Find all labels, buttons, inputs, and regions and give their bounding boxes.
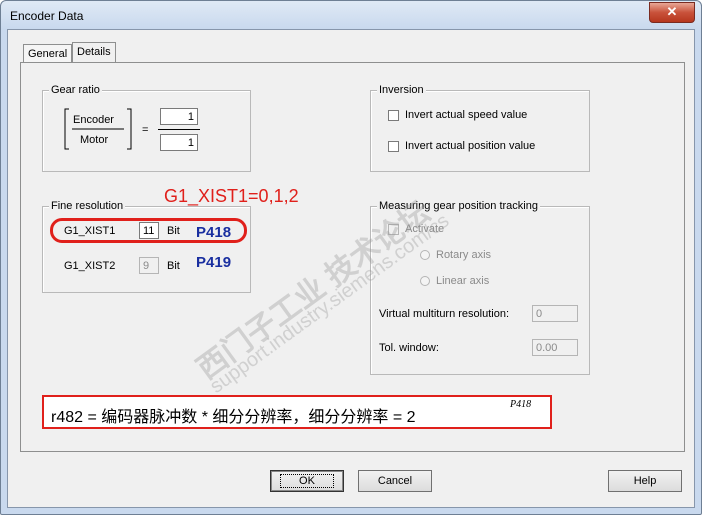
ok-button-label: OK [280,474,334,488]
xist-values-annotation: G1_XIST1=0,1,2 [164,186,299,206]
motor-label: Motor [80,134,109,146]
g1-xist2-label: G1_XIST2 [64,260,116,272]
invert-position-label: Invert actual position value [405,140,536,152]
gear-denominator-input[interactable]: 1 [160,134,198,151]
fraction-line [158,129,200,130]
tab-details[interactable]: Details [72,42,116,63]
p418-annotation: P418 [196,224,232,241]
inversion-legend: Inversion [377,84,426,96]
virtual-multiturn-input[interactable]: 0 [532,305,578,322]
g1-xist2-input[interactable]: 9 [139,257,159,274]
inversion-group [370,90,590,172]
linear-axis-radio[interactable] [420,276,430,286]
linear-axis-label: Linear axis [436,275,490,287]
formula-box: r482 = 编码器脉冲数 * 细分分辨率，细分分辨率 = 2 P418 [42,395,552,429]
invert-speed-label: Invert actual speed value [405,109,528,121]
invert-position-checkbox[interactable] [388,141,399,152]
gear-numerator-input[interactable]: 1 [160,108,198,125]
encoder-label: Encoder [73,114,114,126]
g1-xist2-unit: Bit [167,260,180,272]
fine-resolution-legend: Fine resolution [49,200,126,212]
rotary-axis-label: Rotary axis [436,249,492,261]
tab-general[interactable]: General [23,44,73,62]
gear-ratio-legend: Gear ratio [49,84,102,96]
tol-window-input[interactable]: 0.00 [532,339,578,356]
virtual-multiturn-label: Virtual multiturn resolution: [379,308,510,320]
formula-text: r482 = 编码器脉冲数 * 细分分辨率，细分分辨率 = 2 [51,409,416,426]
help-button[interactable]: Help [608,470,682,492]
formula-exponent: P418 [510,399,532,410]
close-button[interactable]: ✕ [649,2,695,23]
tol-window-label: Tol. window: [379,342,439,354]
invert-speed-checkbox[interactable] [388,110,399,121]
window-title: Encoder Data [10,9,84,23]
ok-button[interactable]: OK [270,470,344,492]
equals-sign: = [142,124,149,136]
cancel-button[interactable]: Cancel [358,470,432,492]
p419-annotation: P419 [196,254,232,271]
